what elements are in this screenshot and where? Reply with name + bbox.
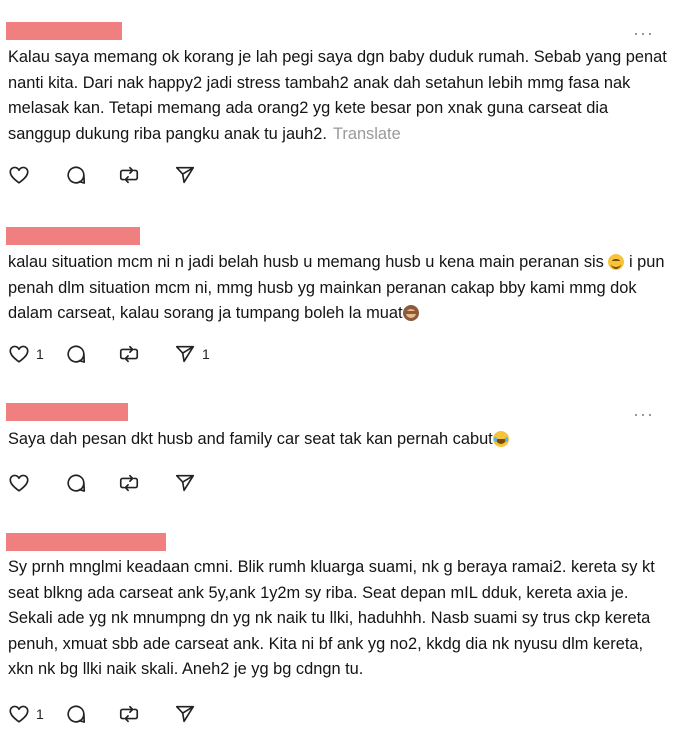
like-button[interactable] [8, 472, 65, 494]
more-options-button[interactable]: ··· [633, 24, 654, 42]
post-actions: 1 [8, 702, 196, 726]
send-icon [175, 166, 195, 184]
reply-post-3: ··· Saya dah pesan dkt husb and family c… [0, 385, 680, 514]
like-button[interactable]: 1 [8, 703, 65, 725]
send-icon [175, 345, 195, 363]
post-actions [8, 163, 196, 187]
share-button[interactable]: 1 [174, 343, 210, 365]
reply-button[interactable] [65, 703, 118, 725]
share-button[interactable] [174, 703, 196, 725]
comment-icon [67, 166, 86, 184]
smiling-face-emoji [608, 254, 625, 270]
reply-button[interactable] [65, 164, 118, 186]
reply-button[interactable] [65, 472, 118, 494]
reply-post-2: kalau situation mcm ni n jadi belah husb… [0, 205, 680, 386]
send-icon [175, 705, 195, 723]
repost-icon [119, 705, 139, 723]
redacted-username [6, 403, 128, 421]
repost-button[interactable] [118, 343, 174, 365]
reply-button[interactable] [65, 343, 118, 365]
like-button[interactable]: 1 [8, 343, 65, 365]
repost-button[interactable] [118, 164, 174, 186]
translate-link[interactable]: Translate [333, 125, 401, 143]
repost-icon [119, 345, 139, 363]
post-actions: 1 1 [8, 342, 210, 366]
tears-of-joy-emoji [492, 431, 509, 447]
repost-icon [119, 474, 139, 492]
repost-icon [119, 166, 139, 184]
repost-button[interactable] [118, 703, 174, 725]
post-text: Saya dah pesan dkt husb and family car s… [8, 427, 668, 453]
redacted-username [6, 22, 122, 40]
comment-icon [67, 345, 86, 363]
redacted-username [6, 533, 166, 551]
like-button[interactable] [8, 164, 65, 186]
more-options-button[interactable]: ··· [633, 405, 654, 423]
redacted-username [6, 227, 140, 245]
post-text: Sy prnh mnglmi keadaan cmni. Blik rumh k… [8, 555, 668, 683]
share-count: 1 [202, 346, 210, 362]
post-text: Kalau saya memang ok korang je lah pegi … [8, 45, 668, 147]
reply-post-1: ··· Kalau saya memang ok korang je lah p… [0, 0, 680, 206]
comment-icon [67, 705, 86, 723]
share-button[interactable] [174, 164, 196, 186]
post-body: Saya dah pesan dkt husb and family car s… [8, 430, 493, 448]
share-button[interactable] [174, 472, 196, 494]
heart-icon [9, 166, 29, 184]
post-body: Sy prnh mnglmi keadaan cmni. Blik rumh k… [8, 558, 655, 678]
like-count: 1 [36, 706, 44, 722]
repost-button[interactable] [118, 472, 174, 494]
send-icon [175, 474, 195, 492]
post-body: kalau situation mcm ni n jadi belah husb… [8, 253, 604, 271]
post-actions [8, 471, 196, 495]
post-text: kalau situation mcm ni n jadi belah husb… [8, 250, 668, 327]
heart-icon [9, 705, 29, 723]
reply-post-4: Sy prnh mnglmi keadaan cmni. Blik rumh k… [0, 513, 680, 739]
heart-icon [9, 474, 29, 492]
like-count: 1 [36, 346, 44, 362]
see-no-evil-monkey-emoji [402, 305, 419, 321]
comment-icon [67, 474, 86, 492]
heart-icon [9, 345, 29, 363]
